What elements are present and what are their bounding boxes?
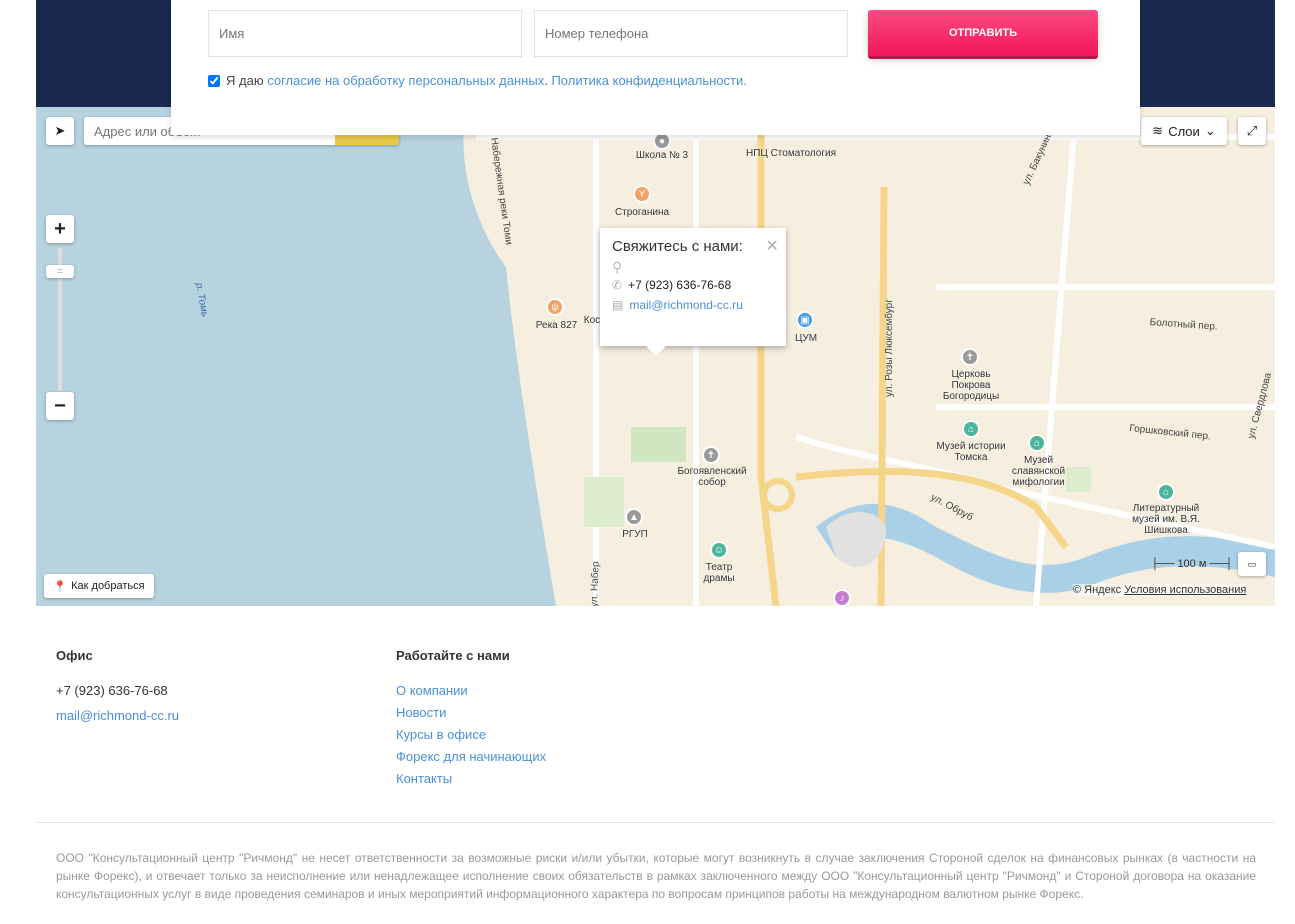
chevron-down-icon: ⌄ (1204, 123, 1216, 138)
footer-link-about[interactable]: О компании (396, 683, 468, 698)
place-label[interactable]: Богоявленский собор (676, 466, 748, 488)
balloon-email-link[interactable]: mail@richmond-cc.ru (629, 298, 743, 312)
music-icon[interactable]: ♪ (833, 589, 851, 606)
restaurant-icon[interactable]: ψ (546, 298, 564, 316)
consent-checkbox[interactable] (208, 74, 220, 87)
place-label[interactable]: Река 827 (529, 320, 584, 331)
place-label[interactable]: Музей истории Томска (931, 441, 1011, 463)
zoom-in-button[interactable]: + (46, 215, 74, 243)
contact-balloon: Свяжитесь с нами: × ⚲ ✆ +7 (923) 636-76-6… (600, 228, 786, 356)
theatre-icon[interactable]: ☺ (710, 541, 728, 559)
geolocation-button[interactable]: ➤ (46, 117, 74, 145)
zoom-slider-handle[interactable]: ::: (46, 265, 74, 278)
map-copyright: © Яндекс Условия использования (1073, 584, 1247, 596)
place-label[interactable]: Кос (582, 315, 602, 326)
layers-icon: ≋ (1152, 123, 1164, 138)
museum-icon[interactable]: ⌂ (962, 420, 980, 438)
map[interactable]: ➤ ≋ Слои ⌄ ⤢ + ::: − 📍Как добраться ├── 10… (36, 107, 1275, 606)
footer-link-forex-beginners[interactable]: Форекс для начинающих (396, 749, 546, 764)
place-label[interactable]: Театр драмы (698, 562, 740, 584)
layers-label: Слои (1168, 123, 1200, 139)
footer-link-contacts[interactable]: Контакты (396, 771, 452, 786)
route-button[interactable]: 📍 Как добраться (44, 574, 154, 598)
close-icon[interactable]: × (766, 236, 778, 256)
consent-sep: . (544, 73, 548, 88)
street-label: ул. Набер (589, 561, 602, 606)
balloon-phone: +7 (923) 636-76-68 (628, 278, 732, 292)
location-pin-icon: ⚲ (612, 259, 623, 275)
layers-button[interactable]: ≋ Слои ⌄ (1141, 117, 1227, 145)
name-input[interactable] (208, 10, 522, 57)
arrow-icon: ➤ (54, 123, 66, 138)
disclaimer: ООО "Консультационный центр "Ричмонд" не… (56, 851, 1256, 901)
map-tiles (36, 107, 1275, 606)
place-label[interactable]: Церковь Покрова Богородицы (936, 369, 1006, 402)
phone-icon: ✆ (612, 278, 623, 292)
footer-email-link[interactable]: mail@richmond-cc.ru (56, 708, 179, 723)
scale-label: 100 м (1177, 558, 1207, 570)
route-label: Как добраться (71, 580, 145, 592)
university-icon[interactable]: ▲ (625, 508, 643, 526)
cathedral-icon[interactable]: ✝ (702, 446, 720, 464)
footer-link-news[interactable]: Новости (396, 705, 446, 720)
copyright-text: © Яндекс (1073, 584, 1122, 596)
pin-icon: 📍 (53, 580, 68, 593)
place-label[interactable]: НПЦ Стоматология (736, 148, 846, 159)
footer-divider (36, 822, 1275, 823)
office-title: Офис (56, 648, 93, 663)
ruler-icon: ▭ (1247, 558, 1257, 569)
street-label: ул. Розы Люксембург (884, 299, 895, 397)
church-icon[interactable]: ✝ (961, 348, 979, 366)
place-label[interactable]: ЦУМ (786, 333, 826, 344)
place-label[interactable]: Литературный музей им. В.Я. Шишкова (1126, 503, 1206, 536)
consent-link[interactable]: согласие на обработку персональных данны… (267, 73, 544, 88)
consent-text: Я даю (226, 73, 264, 88)
museum-icon[interactable]: ⌂ (1157, 483, 1175, 501)
consent-row: Я даю согласие на обработку персональных… (208, 73, 747, 88)
place-label[interactable]: Строганина (606, 207, 678, 218)
terms-link[interactable]: Условия использования (1124, 584, 1246, 596)
ruler-button[interactable]: ▭ (1238, 552, 1266, 576)
submit-button[interactable]: ОТПРАВИТЬ (868, 10, 1098, 56)
zoom-out-button[interactable]: − (46, 392, 74, 420)
footer-phone: +7 (923) 636-76-68 (56, 683, 168, 698)
bar-icon[interactable]: Y (633, 185, 651, 203)
expand-icon: ⤢ (1246, 123, 1258, 138)
place-label[interactable]: РГУП (616, 529, 654, 540)
shop-icon[interactable]: ▣ (796, 311, 814, 329)
contact-form: ОТПРАВИТЬ Я даю согласие на обработку пе… (171, 0, 1140, 135)
privacy-link[interactable]: Политика конфиденциальности. (551, 73, 746, 88)
phone-input[interactable] (534, 10, 848, 57)
work-title: Работайте с нами (396, 648, 510, 663)
place-label[interactable]: Школа № 3 (626, 150, 698, 161)
scale-bar: ├── 100 м ──┤ (1151, 558, 1233, 570)
balloon-title: Свяжитесь с нами: (612, 238, 743, 255)
document-icon: ▤ (612, 298, 624, 312)
footer-link-courses[interactable]: Курсы в офисе (396, 727, 486, 742)
place-label[interactable]: Музей славянской мифологии (1011, 455, 1066, 488)
museum-icon[interactable]: ⌂ (1028, 434, 1046, 452)
fullscreen-button[interactable]: ⤢ (1238, 117, 1266, 145)
